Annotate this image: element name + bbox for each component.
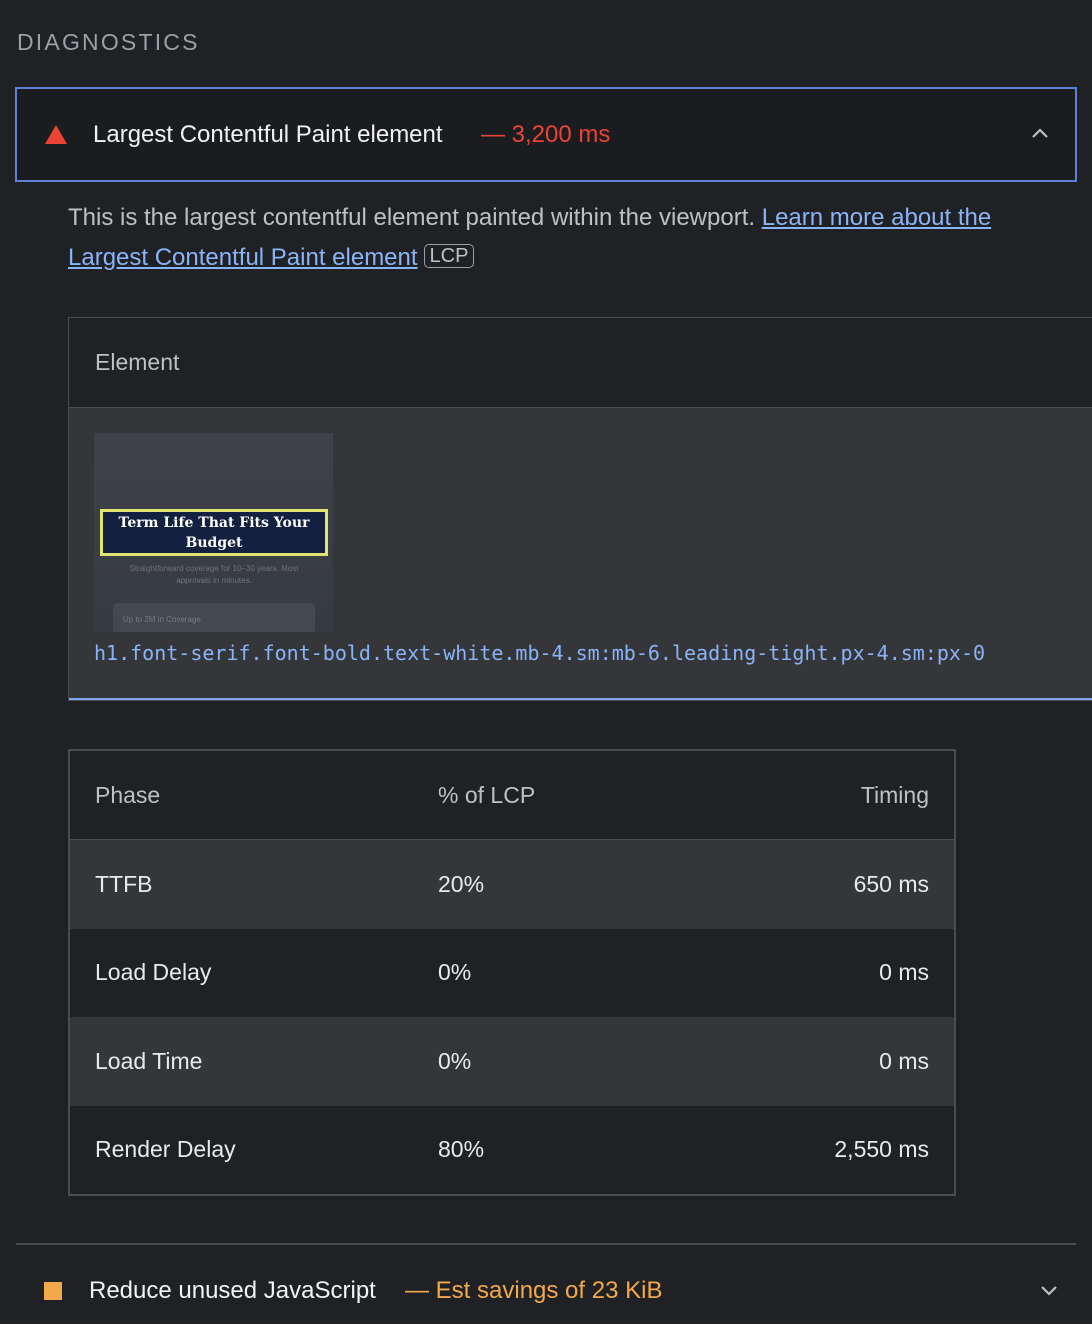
percent-header: % of LCP [438, 781, 536, 808]
table-row: Load Delay 0% 0 ms [70, 928, 954, 1017]
chevron-down-icon[interactable] [1040, 1284, 1057, 1298]
thumbnail-subtext: Straightforward coverage for 10–30 years… [129, 564, 299, 585]
red-triangle-icon [45, 125, 67, 144]
timing-cell: 0 ms [879, 1047, 929, 1074]
audit-divider [16, 1243, 1076, 1245]
element-row[interactable]: Term Life That Fits Your Budget Straight… [69, 408, 1092, 700]
timing-cell: 0 ms [879, 959, 929, 986]
highlighted-element-box: Term Life That Fits Your Budget [100, 509, 328, 556]
orange-square-icon [44, 1282, 62, 1300]
phase-cell: Load Time [95, 1047, 203, 1074]
phase-table-header: Phase % of LCP Timing [70, 751, 954, 840]
phase-cell: Load Delay [95, 959, 212, 986]
phase-header: Phase [95, 781, 161, 808]
phase-cell: TTFB [95, 870, 153, 897]
percent-cell: 20% [438, 870, 485, 897]
chevron-up-icon[interactable] [1031, 127, 1048, 141]
timing-cell: 2,550 ms [834, 1136, 929, 1163]
percent-cell: 0% [438, 1047, 472, 1074]
percent-cell: 80% [438, 1136, 485, 1163]
table-row: Render Delay 80% 2,550 ms [70, 1105, 954, 1194]
thumbnail-heading: Term Life That Fits Your Budget [118, 514, 310, 551]
audit-description: This is the largest contentful element p… [68, 198, 1058, 278]
phase-cell: Render Delay [95, 1136, 236, 1163]
thumbnail-pill-text: Up to 2M in Coverage [123, 615, 201, 624]
audit-metric: — Est savings of 23 KiB [405, 1277, 663, 1304]
lcp-audit-header[interactable]: Largest Contentful Paint element — 3,200… [15, 87, 1077, 182]
element-column-header: Element [69, 318, 1092, 408]
element-screenshot-thumbnail[interactable]: Term Life That Fits Your Budget Straight… [94, 433, 333, 632]
table-row: TTFB 20% 650 ms [70, 840, 954, 929]
description-text: This is the largest contentful element p… [68, 204, 756, 231]
audit-metric: — 3,200 ms [481, 121, 611, 148]
section-title: DIAGNOSTICS [17, 29, 200, 55]
table-row: Load Time 0% 0 ms [70, 1017, 954, 1106]
timing-cell: 650 ms [853, 870, 929, 897]
audit-title: Largest Contentful Paint element [93, 121, 443, 148]
element-selector[interactable]: h1.font-serif.font-bold.text-white.mb-4.… [94, 641, 985, 665]
timing-header: Timing [860, 781, 929, 808]
percent-cell: 0% [438, 959, 472, 986]
thumbnail-pill: Up to 2M in Coverage [113, 603, 315, 632]
phase-table: Phase % of LCP Timing TTFB 20% 650 ms Lo… [68, 749, 956, 1196]
lcp-badge: LCP [423, 244, 475, 268]
element-table: Element Term Life That Fits Your Budget … [68, 317, 1092, 701]
audit-title[interactable]: Reduce unused JavaScript [89, 1277, 376, 1305]
